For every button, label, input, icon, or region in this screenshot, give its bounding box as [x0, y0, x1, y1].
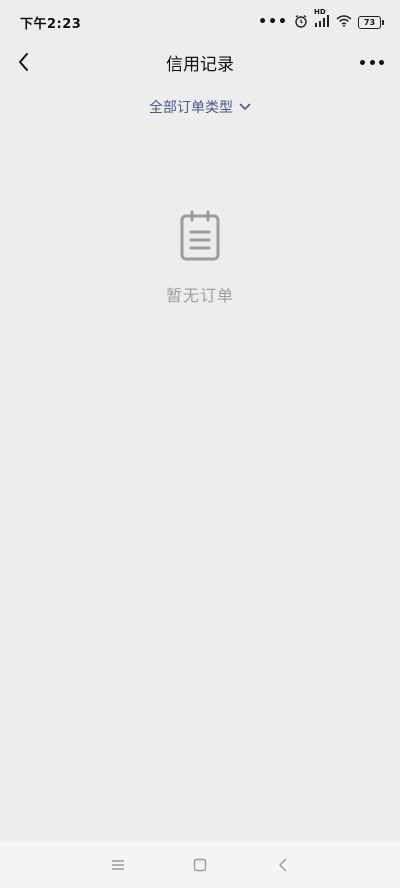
system-nav-bar — [0, 842, 400, 888]
clipboard-icon — [180, 210, 220, 261]
status-bar: 下午2:23 ••• HD 73 — [0, 0, 400, 44]
notification-dots: ••• — [258, 14, 288, 30]
more-horizontal-icon — [360, 59, 365, 65]
back-button[interactable] — [12, 50, 36, 74]
page-title: 信用记录 — [166, 54, 234, 75]
wifi-icon — [336, 14, 352, 30]
battery-icon: 73 — [358, 15, 384, 29]
nav-bar: 信用记录 — [0, 44, 400, 80]
chevron-down-icon — [239, 103, 251, 110]
more-button[interactable] — [360, 52, 384, 72]
menu-icon — [112, 860, 124, 870]
alarm-icon — [294, 14, 308, 31]
status-icons: ••• HD 73 — [258, 8, 384, 31]
battery-level: 73 — [358, 15, 381, 29]
triangle-back-icon — [279, 858, 287, 872]
signal-icon: HD — [314, 8, 330, 30]
chevron-left-icon — [19, 53, 28, 71]
filter-label: 全部订单类型 — [149, 100, 233, 116]
recent-apps-button[interactable] — [108, 855, 128, 875]
empty-message: 暂无订单 — [165, 286, 234, 305]
empty-state: 暂无订单 — [0, 210, 400, 306]
home-button[interactable] — [190, 855, 210, 875]
status-time: 下午2:23 — [20, 16, 82, 32]
system-back-button[interactable] — [274, 855, 294, 875]
square-icon — [193, 858, 207, 872]
order-type-filter[interactable]: 全部订单类型 — [0, 94, 400, 120]
hd-label: HD — [314, 8, 326, 16]
